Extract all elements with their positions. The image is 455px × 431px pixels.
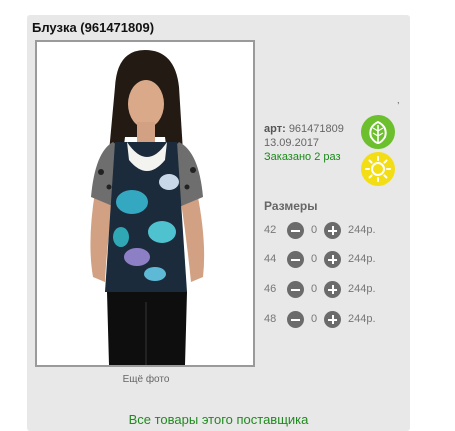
- increase-button[interactable]: [324, 222, 341, 239]
- quantity-value: 0: [311, 283, 318, 295]
- increase-button[interactable]: [324, 281, 341, 298]
- decrease-button[interactable]: [287, 311, 304, 328]
- decrease-button[interactable]: [287, 222, 304, 239]
- quantity-value: 0: [311, 224, 318, 236]
- quantity-value: 0: [311, 313, 318, 325]
- quantity-value: 0: [311, 253, 318, 265]
- leaf-icon: [361, 115, 395, 149]
- size-price: 244р.: [348, 283, 376, 295]
- size-price: 244р.: [348, 224, 376, 236]
- decrease-button[interactable]: [287, 251, 304, 268]
- ordered-count: Заказано 2 раз: [264, 151, 341, 163]
- product-photo-image: [37, 42, 253, 365]
- size-label: 44: [264, 253, 277, 265]
- sizes-title: Размеры: [264, 199, 318, 213]
- more-photos-link[interactable]: Ещё фото: [35, 374, 257, 385]
- increase-button[interactable]: [324, 311, 341, 328]
- product-photo[interactable]: [35, 40, 255, 367]
- size-label: 48: [264, 313, 277, 325]
- size-price: 244р.: [348, 313, 376, 325]
- stray-mark: ,: [397, 95, 400, 105]
- sun-icon: [361, 152, 395, 186]
- size-label: 42: [264, 224, 277, 236]
- supplier-products-link[interactable]: Все товары этого поставщика: [27, 412, 410, 427]
- size-label: 46: [264, 283, 277, 295]
- art-label: арт:: [264, 123, 286, 135]
- product-date: 13.09.2017: [264, 137, 320, 149]
- art-value: 961471809: [288, 123, 344, 135]
- product-info: арт: 961471809 13.09.2017 Заказано 2 раз: [264, 122, 344, 164]
- increase-button[interactable]: [324, 251, 341, 268]
- size-price: 244р.: [348, 253, 376, 265]
- product-title: Блузка (961471809): [32, 20, 155, 35]
- decrease-button[interactable]: [287, 281, 304, 298]
